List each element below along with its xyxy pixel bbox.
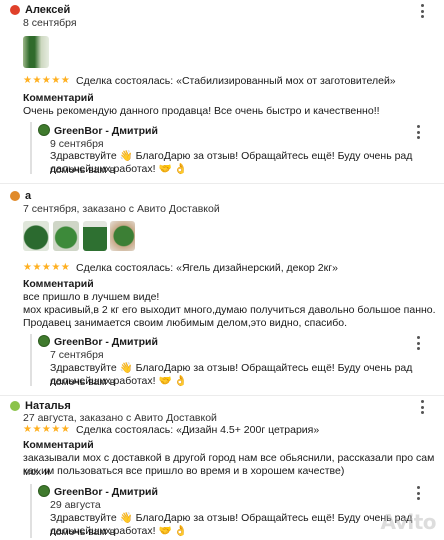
- reply-date: 29 августа: [50, 499, 101, 511]
- reply-bar: [30, 484, 32, 538]
- seller-avatar[interactable]: [38, 485, 50, 497]
- review-date: 27 августа, заказано с Авито Доставкой: [23, 412, 217, 424]
- more-menu-icon[interactable]: [420, 4, 424, 18]
- comment-line: Очень рекомендую данного продавца! Все о…: [23, 105, 380, 117]
- review-header: а: [10, 189, 31, 203]
- reply-text-line: дальнейших работах! 🤝 👌: [50, 163, 188, 175]
- avatar[interactable]: [10, 401, 20, 411]
- deal-text: Сделка состоялась: «Дизайн 4.5+ 200г цет…: [76, 424, 320, 436]
- review-author[interactable]: а: [25, 190, 31, 202]
- seller-avatar[interactable]: [38, 124, 50, 136]
- comment-line: Продавец занимается своим любимым делом,…: [23, 317, 348, 329]
- comment-label: Комментарий: [23, 92, 94, 104]
- reply-date: 7 сентября: [50, 349, 104, 361]
- review-photo[interactable]: [83, 221, 107, 251]
- seller-reply: GreenBor - Дмитрий 9 сентября Здравствуй…: [30, 122, 428, 176]
- reply-bar: [30, 122, 32, 174]
- deal-text: Сделка состоялась: «Ягель дизайнерский, …: [76, 262, 338, 274]
- seller-reply: GreenBor - Дмитрий 29 августа Здравствуй…: [30, 484, 428, 538]
- review-header: Алексей: [10, 3, 70, 17]
- reply-more-icon[interactable]: [416, 125, 420, 139]
- reply-more-icon[interactable]: [416, 486, 420, 500]
- review-author[interactable]: Алексей: [25, 4, 70, 16]
- comment-line: как им пользоваться все пришло во время …: [23, 465, 345, 477]
- deal-text: Сделка состоялась: «Стабилизированный мо…: [76, 75, 396, 87]
- rating-stars: ★★★★★: [23, 424, 71, 435]
- reply-text-line: дальнейших работах! 🤝 👌: [50, 375, 188, 387]
- seller-avatar[interactable]: [38, 335, 50, 347]
- divider: [0, 395, 444, 396]
- review-photo[interactable]: [110, 221, 135, 251]
- comment-line: мох красивый,в 2 кг его выходит много,ду…: [23, 304, 436, 316]
- reply-author[interactable]: GreenBor - Дмитрий: [54, 336, 158, 348]
- avatar[interactable]: [10, 5, 20, 15]
- comment-label: Комментарий: [23, 439, 94, 451]
- avito-watermark: Avito: [380, 510, 437, 534]
- reply-text-line: дальнейших работах! 🤝 👌: [50, 525, 188, 537]
- reply-more-icon[interactable]: [416, 336, 420, 350]
- review-date: 7 сентября, заказано с Авито Доставкой: [23, 203, 220, 215]
- divider: [0, 183, 444, 184]
- review-author[interactable]: Наталья: [25, 400, 71, 412]
- reply-author[interactable]: GreenBor - Дмитрий: [54, 125, 158, 137]
- avatar[interactable]: [10, 191, 20, 201]
- review-date: 8 сентября: [23, 17, 77, 29]
- review-photo[interactable]: [53, 221, 79, 251]
- comment-line: все пришло в лучшем виде!: [23, 291, 160, 303]
- review-photo[interactable]: [23, 221, 49, 251]
- comment-label: Комментарий: [23, 278, 94, 290]
- more-menu-icon[interactable]: [420, 400, 424, 414]
- review-photo[interactable]: [23, 36, 49, 68]
- rating-stars: ★★★★★: [23, 75, 71, 86]
- reply-author[interactable]: GreenBor - Дмитрий: [54, 486, 158, 498]
- seller-reply: GreenBor - Дмитрий 7 сентября Здравствуй…: [30, 334, 428, 388]
- reply-bar: [30, 334, 32, 386]
- reply-date: 9 сентября: [50, 138, 104, 150]
- rating-stars: ★★★★★: [23, 262, 71, 273]
- review-header: Наталья: [10, 399, 71, 413]
